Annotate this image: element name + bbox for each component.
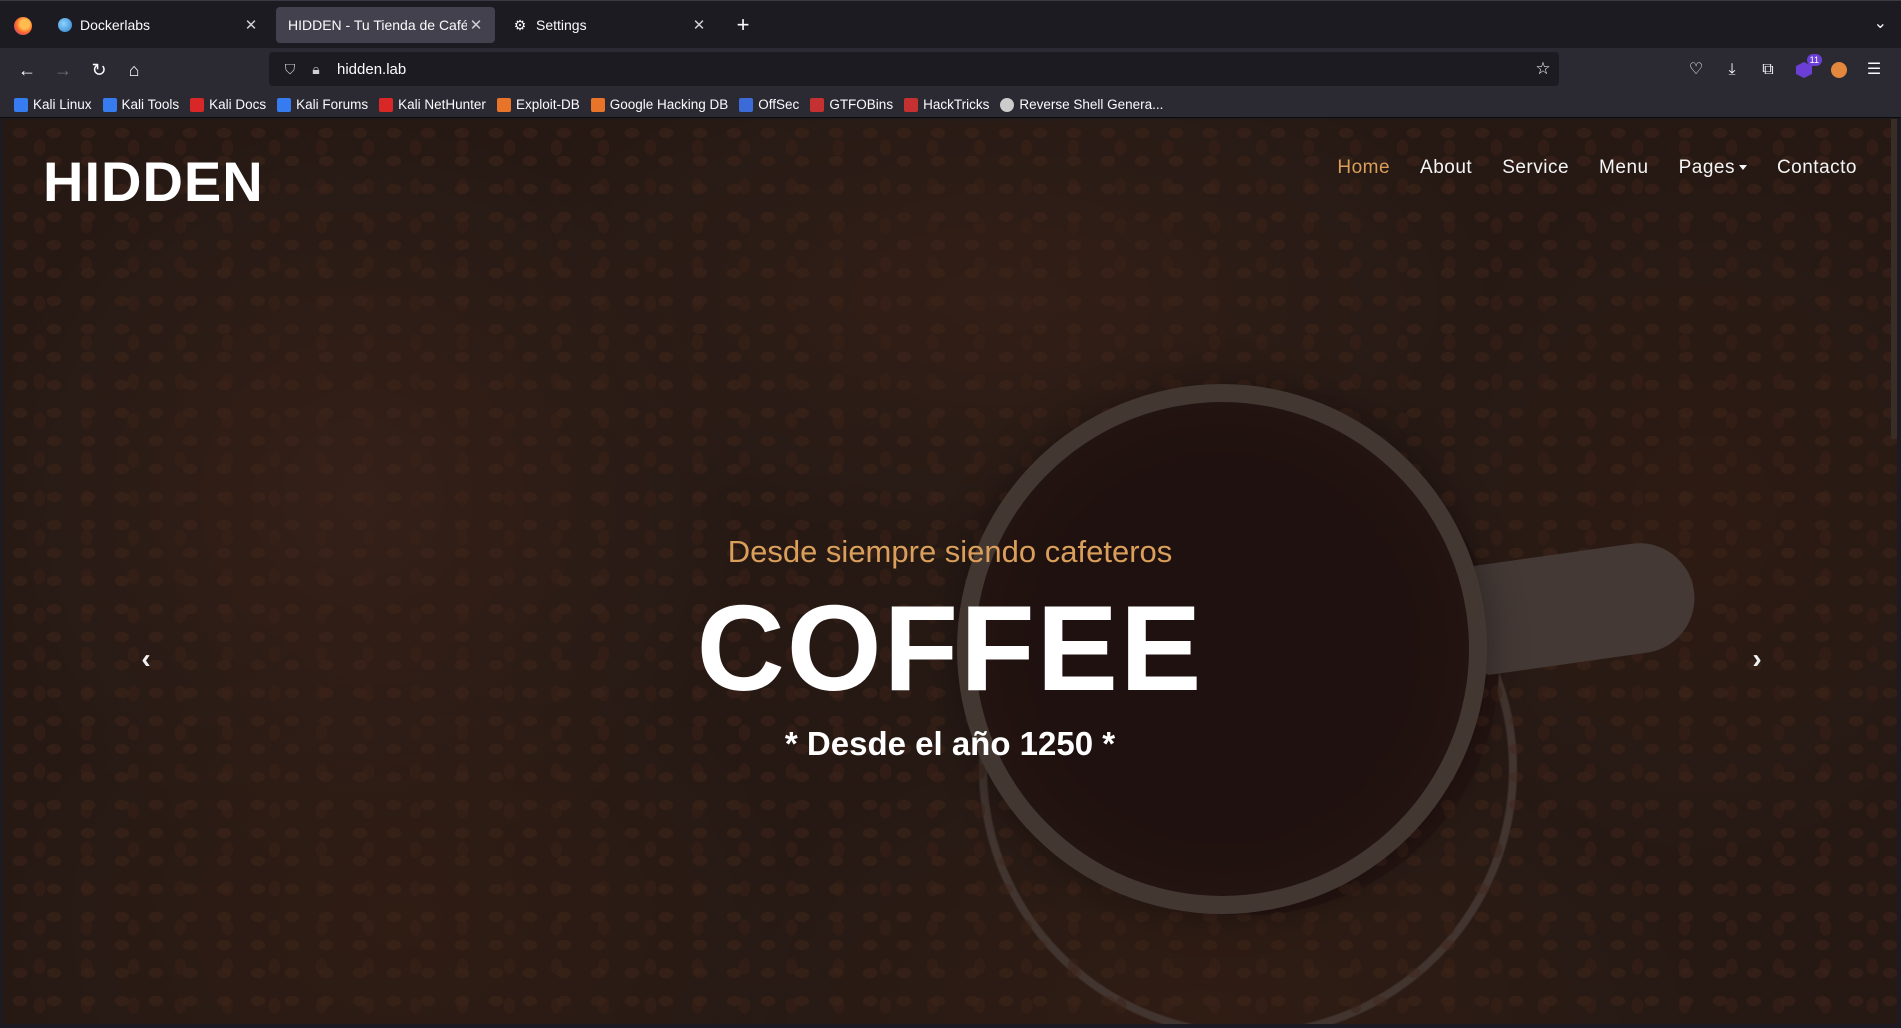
list-all-tabs-chevron-icon[interactable]: ⌄ [1874,13,1887,33]
close-tab-icon[interactable]: ✕ [242,16,260,34]
hamburger-menu-icon[interactable]: ☰ [1862,58,1886,82]
tab-dockerlabs[interactable]: Dockerlabs ✕ [46,7,270,43]
close-tab-icon[interactable]: ✕ [467,16,485,34]
extension-purple-icon[interactable]: 11 [1792,54,1822,82]
extension-badge: 11 [1806,54,1822,66]
extensions-icon[interactable]: ⧉ [1756,58,1780,82]
kali-forums-icon [277,97,292,112]
bookmark-kali-forums[interactable]: Kali Forums [277,97,368,112]
navigation-toolbar: ← → ↻ ⌂ ⛉ 🔒︎ hidden.lab ☆ ♡ ⤓ ⧉ 11 ☰ [0,48,1901,92]
firefox-logo-icon[interactable] [14,17,32,35]
bookmark-exploit-db[interactable]: Exploit-DB [496,97,580,112]
home-icon[interactable]: ⌂ [120,56,148,84]
kali-dragon-icon [14,97,28,112]
bookmark-google-hacking-db[interactable]: Google Hacking DB [590,97,728,112]
site-logo[interactable]: HIDDEN [43,149,264,214]
tab-strip: Dockerlabs ✕ HIDDEN - Tu Tienda de Cafés… [0,0,1901,48]
bookmark-hacktricks[interactable]: HackTricks [904,97,989,112]
skull-icon [1000,97,1015,112]
nav-contact-link[interactable]: Contacto [1777,157,1857,179]
close-tab-icon[interactable]: ✕ [690,16,708,34]
back-arrow-icon[interactable]: ← [13,56,41,84]
bookmark-offsec[interactable]: OffSec [739,97,799,112]
shield-icon[interactable]: ⛉ [279,61,301,78]
gear-icon: ⚙ [513,16,527,33]
lock-icon[interactable]: 🔒︎ [305,61,327,78]
nethunter-icon [379,97,394,112]
reload-icon[interactable]: ↻ [85,56,113,84]
kali-docs-icon [190,97,205,112]
nav-menu-link[interactable]: Menu [1599,157,1649,179]
new-tab-button[interactable]: + [731,11,755,39]
bookmark-star-icon[interactable]: ☆ [1527,59,1559,79]
tab-hidden[interactable]: HIDDEN - Tu Tienda de Cafés ✕ [276,7,495,43]
bookmarks-toolbar: Kali Linux Kali Tools Kali Docs Kali For… [0,92,1901,118]
gtfobins-icon [810,97,825,112]
bookmark-kali-tools[interactable]: Kali Tools [102,97,179,112]
carousel-next-chevron-icon[interactable]: › [1745,639,1769,679]
bookmark-kali-docs[interactable]: Kali Docs [190,97,266,112]
browser-window: Dockerlabs ✕ HIDDEN - Tu Tienda de Cafés… [0,0,1901,1028]
web-page: HIDDEN Home About Service Menu Pages Con… [3,119,1897,1024]
bookmark-reverse-shell-generator[interactable]: Reverse Shell Genera... [1000,97,1163,112]
caret-down-icon [1738,165,1747,171]
extension-fox-icon[interactable] [1827,58,1851,82]
globe-icon [58,18,72,32]
nav-pages-label: Pages [1678,157,1735,178]
url-bar[interactable]: ⛉ 🔒︎ hidden.lab ☆ [269,52,1559,86]
hacktricks-icon [904,97,919,112]
url-text[interactable]: hidden.lab [337,61,1527,78]
site-navigation: Home About Service Menu Pages Contacto [1307,157,1857,179]
carousel-prev-chevron-icon[interactable]: ‹ [134,639,158,679]
bookmark-kali-linux[interactable]: Kali Linux [14,97,92,112]
ghdb-icon [590,97,605,112]
nav-home-link[interactable]: Home [1337,157,1390,179]
downloads-icon[interactable]: ⤓ [1720,58,1744,82]
hero-tagline: * Desde el año 1250 * [784,725,1116,762]
page-scrollbar[interactable] [1891,119,1897,439]
nav-service-link[interactable]: Service [1502,157,1569,179]
bookmark-kali-nethunter[interactable]: Kali NetHunter [379,97,486,112]
tab-title: Settings [536,17,587,33]
hero-title: COFFEE [696,580,1204,716]
hero-overlay [3,119,1897,1024]
kali-tools-icon [102,97,117,112]
hero-subtitle: Desde siempre siendo cafeteros [727,534,1173,569]
pocket-icon[interactable]: ♡ [1684,58,1708,82]
offsec-icon [739,97,754,112]
tab-settings[interactable]: ⚙ Settings ✕ [500,7,718,43]
exploit-db-icon [496,97,511,112]
bookmark-gtfobins[interactable]: GTFOBins [810,97,893,112]
forward-arrow-icon[interactable]: → [49,56,77,84]
tab-title: Dockerlabs [80,17,151,33]
nav-about-link[interactable]: About [1420,157,1472,179]
nav-pages-dropdown[interactable]: Pages [1679,157,1747,179]
tab-title: HIDDEN - Tu Tienda de Cafés [288,17,467,33]
